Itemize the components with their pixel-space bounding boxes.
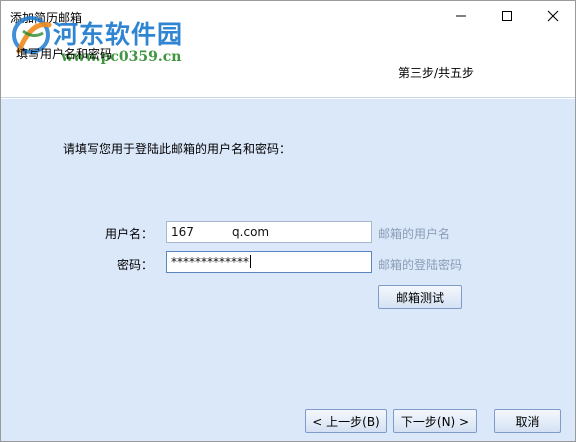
username-value: 167 q.com bbox=[171, 225, 270, 239]
password-field[interactable]: ************* bbox=[166, 251, 372, 273]
text-caret bbox=[250, 255, 251, 268]
prev-button[interactable]: < 上一步(B) bbox=[305, 409, 387, 433]
maximize-icon bbox=[502, 11, 512, 21]
close-button[interactable] bbox=[530, 1, 575, 31]
form-prompt: 请填写您用于登陆此邮箱的用户名和密码： bbox=[63, 142, 292, 156]
username-field[interactable]: 167 q.com bbox=[166, 221, 372, 243]
page-subtitle: 填写用户名和密码 bbox=[16, 47, 113, 61]
cancel-button[interactable]: 取消 bbox=[494, 409, 561, 433]
mailbox-test-button[interactable]: 邮箱测试 bbox=[378, 285, 462, 309]
minimize-button[interactable] bbox=[438, 1, 484, 31]
username-label: 用户名： bbox=[104, 227, 153, 241]
minimize-icon bbox=[456, 15, 466, 17]
password-label: 密码： bbox=[116, 258, 153, 272]
next-button[interactable]: 下一步(N) > bbox=[393, 409, 477, 433]
username-hint: 邮箱的用户名 bbox=[378, 227, 451, 241]
wizard-body: 请填写您用于登陆此邮箱的用户名和密码： 用户名： 167 q.com 邮箱的用户… bbox=[1, 99, 575, 441]
password-value: ************* bbox=[171, 255, 249, 269]
wizard-window: 添加简历邮箱 河东软件园 www.pc0359.cn 填写用户名和密码 第三步/… bbox=[0, 0, 576, 442]
step-indicator: 第三步/共五步 bbox=[398, 66, 475, 80]
wizard-header: 添加简历邮箱 河东软件园 www.pc0359.cn 填写用户名和密码 第三步/… bbox=[1, 1, 575, 98]
maximize-button[interactable] bbox=[484, 1, 530, 31]
close-icon bbox=[547, 10, 559, 22]
password-hint: 邮箱的登陆密码 bbox=[378, 258, 463, 272]
